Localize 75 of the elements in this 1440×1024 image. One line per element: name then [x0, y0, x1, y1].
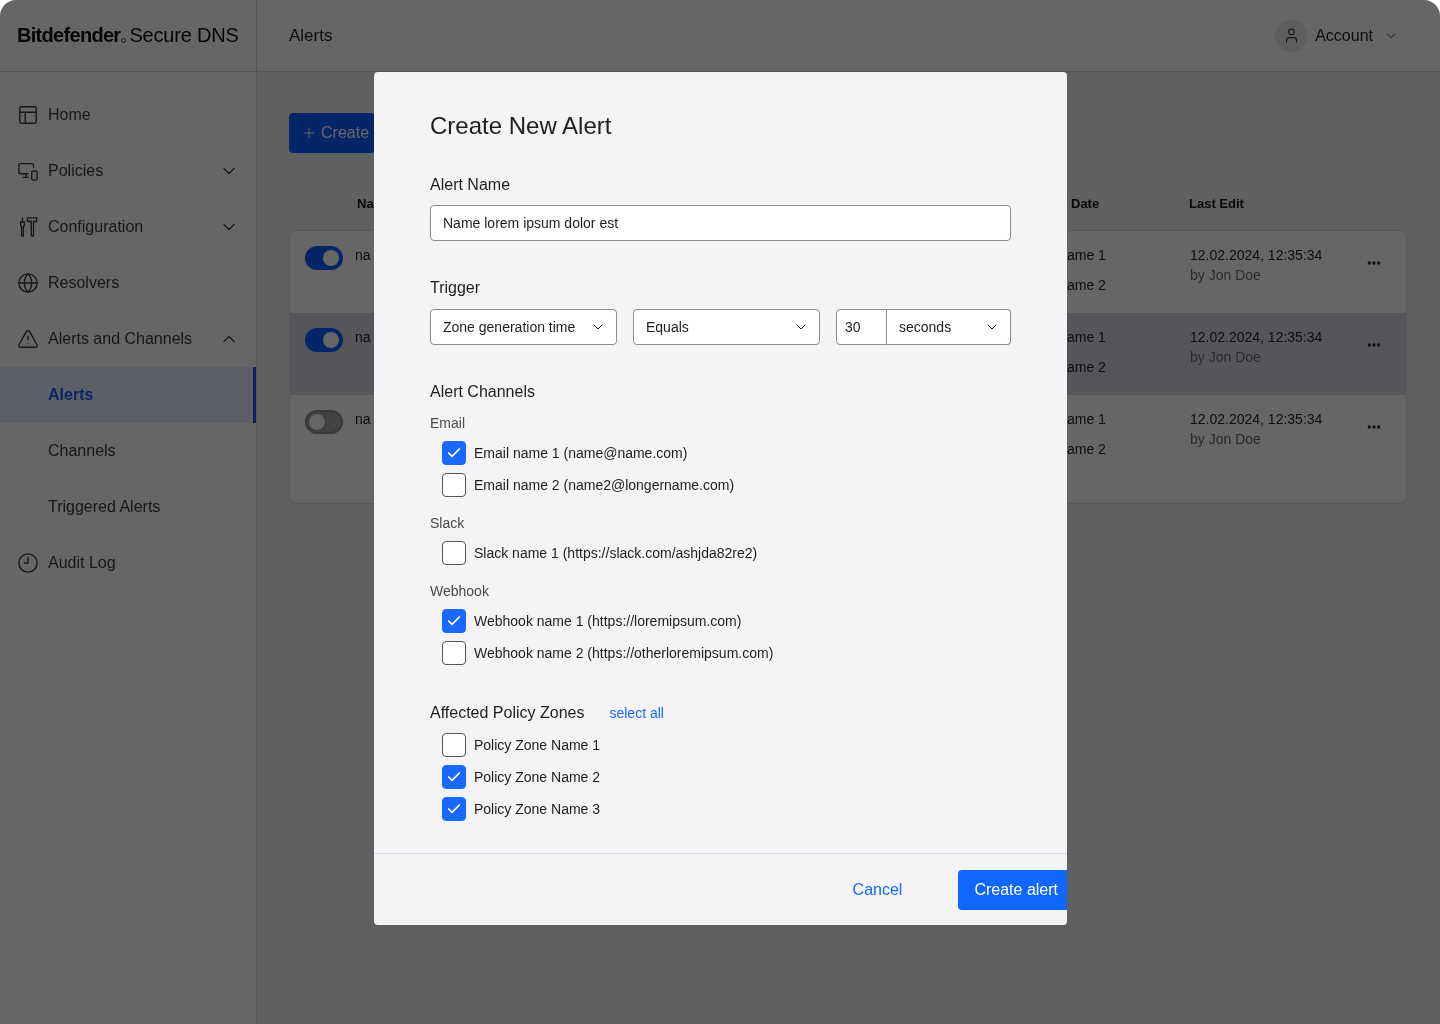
column-header: Na [357, 195, 374, 211]
dialog-title: Create New Alert [430, 112, 612, 140]
column-header: Date [1071, 195, 1100, 211]
nav-item[interactable]: Home [0, 87, 256, 143]
table-cell-text: ame 2 [1067, 440, 1106, 459]
section-label: Affected Policy Zones [430, 704, 585, 722]
group-label: Email [430, 415, 465, 431]
checkbox[interactable] [442, 609, 466, 633]
table-cell-text: na [355, 328, 371, 347]
table-cell-text: 12.02.2024, 12:35:34 [1190, 328, 1323, 347]
nav-item[interactable]: Policies [0, 143, 256, 199]
field-label: Alert Name [430, 176, 511, 194]
select-field[interactable]: Zone generation time [430, 309, 617, 345]
group-label: Webhook [430, 583, 489, 599]
section-label: Alert Channels [430, 383, 535, 401]
select-field[interactable]: Equals [633, 309, 820, 345]
avatar-icon[interactable] [1275, 19, 1308, 52]
checkbox-label: Policy Zone Name 1 [474, 737, 601, 753]
clock-icon [17, 552, 39, 574]
checkbox-label: Email name 2 (name2@longername.com) [474, 477, 735, 493]
toggle-switch[interactable] [305, 410, 343, 434]
checkbox[interactable] [442, 797, 466, 821]
plus-icon [301, 125, 317, 141]
nav-item[interactable]: Channels [0, 423, 256, 479]
account-button[interactable]: Account [1315, 26, 1398, 45]
table-cell-text: 12.02.2024, 12:35:34 [1190, 410, 1323, 429]
nav-item[interactable]: Resolvers [0, 255, 256, 311]
logo-dot-icon [121, 38, 127, 43]
nav-item[interactable]: Audit Log [0, 535, 256, 591]
table-cell-text: ame 1 [1067, 246, 1106, 265]
table-cell-text: ame 2 [1067, 358, 1106, 377]
nav-item[interactable]: Triggered Alerts [0, 479, 256, 535]
select-field[interactable]: seconds [887, 309, 1011, 345]
checkbox[interactable] [442, 641, 466, 665]
table-cell-text: ame 1 [1067, 328, 1106, 347]
checkbox[interactable] [442, 441, 466, 465]
number-field[interactable]: 30 [836, 309, 887, 345]
nav-item[interactable]: Alerts [0, 367, 256, 423]
table-cell-text: 12.02.2024, 12:35:34 [1190, 246, 1323, 265]
checkbox-label: Policy Zone Name 3 [474, 801, 601, 817]
page-title: Alerts [289, 25, 333, 46]
checkbox-label: Webhook name 1 (https://loremipsum.com) [474, 613, 742, 629]
checkbox[interactable] [442, 473, 466, 497]
checkbox-label: Email name 1 (name@name.com) [474, 445, 688, 461]
product-name: Secure DNS [129, 24, 239, 47]
text-field[interactable]: Name lorem ipsum dolor est [430, 205, 1011, 241]
toggle-switch[interactable] [305, 246, 343, 270]
checkbox-label: Webhook name 2 (https://otherloremipsum.com) [474, 645, 774, 661]
create-button[interactable]: Create [289, 113, 376, 153]
globe-icon [17, 272, 39, 294]
field-label: Trigger [430, 279, 481, 297]
table-cell-text: ame 1 [1067, 410, 1106, 429]
tools-icon [17, 216, 39, 238]
select-all-link[interactable]: select all [609, 705, 664, 721]
cancel-button[interactable]: Cancel [828, 869, 927, 910]
table-cell-text: na [355, 410, 371, 429]
nav-item[interactable]: Configuration [0, 199, 256, 255]
group-label: Slack [430, 515, 465, 531]
checkbox[interactable] [442, 541, 466, 565]
toggle-switch[interactable] [305, 328, 343, 352]
warning-icon [17, 328, 39, 350]
table-cell-text: by Jon Doe [1190, 430, 1261, 449]
checkbox-label: Policy Zone Name 2 [474, 769, 601, 785]
column-header: Last Edit [1189, 195, 1244, 211]
nav-item[interactable]: Alerts and Channels [0, 311, 256, 367]
table-cell-text: ame 2 [1067, 276, 1106, 295]
layout-icon [17, 104, 39, 126]
checkbox-label: Slack name 1 (https://slack.com/ashjda82re2) [474, 545, 758, 561]
table-cell-text: na [355, 246, 371, 265]
checkbox[interactable] [442, 733, 466, 757]
checkbox[interactable] [442, 765, 466, 789]
create-alert-button[interactable]: Create alert [958, 869, 1067, 910]
brand-logo: Bitdefender [17, 24, 121, 47]
devices-icon [17, 160, 39, 182]
table-cell-text: by Jon Doe [1190, 266, 1261, 285]
